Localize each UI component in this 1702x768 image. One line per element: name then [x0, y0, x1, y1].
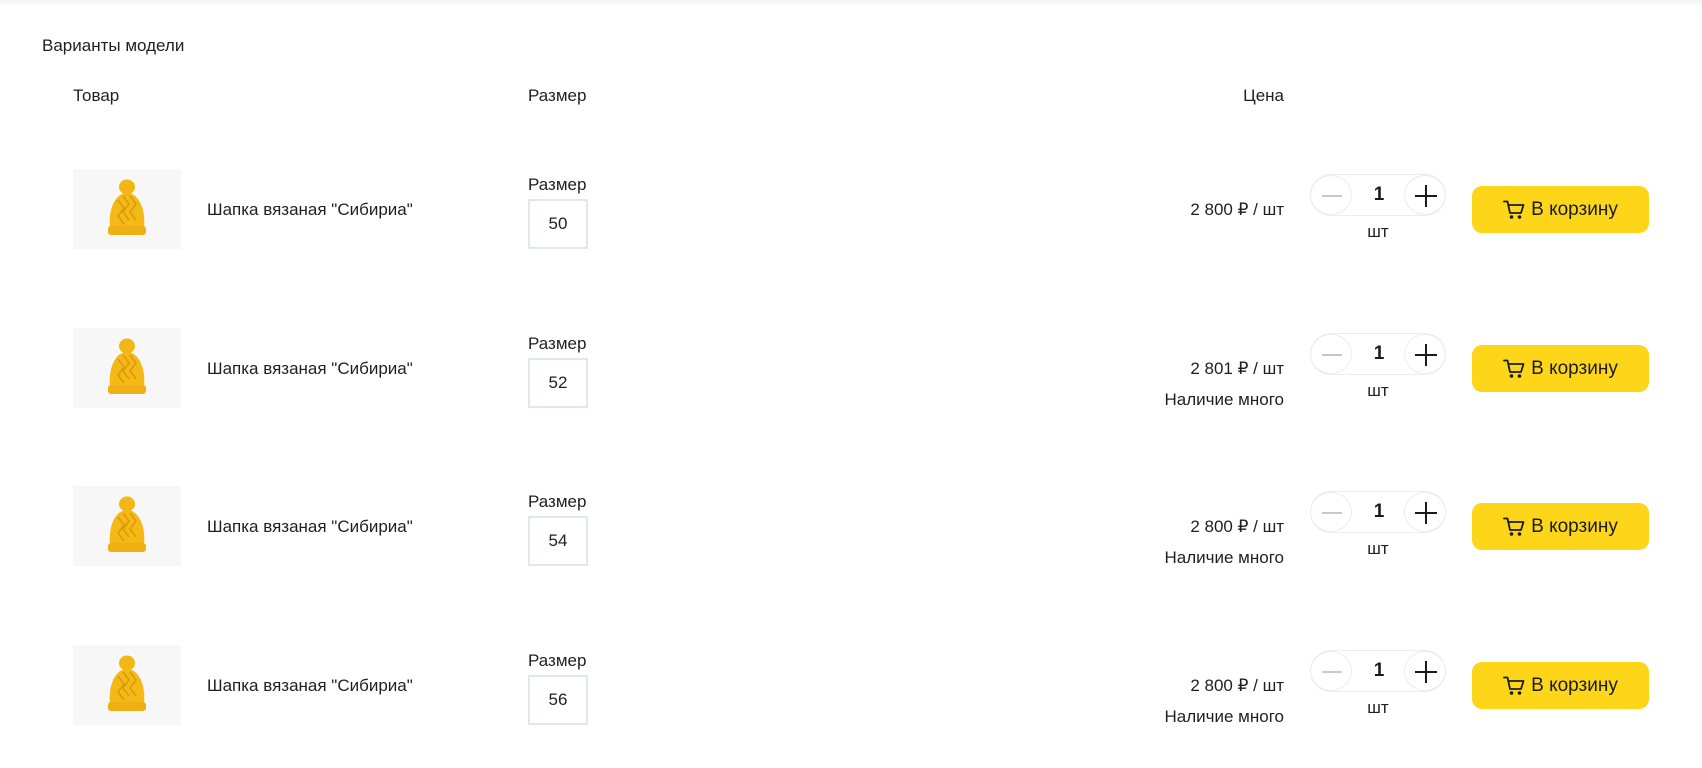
knit-hat-icon — [108, 338, 146, 394]
cart-icon — [1503, 200, 1525, 219]
cart-icon — [1503, 517, 1525, 536]
quantity-value[interactable]: 1 — [1355, 343, 1403, 365]
quantity-value[interactable]: 1 — [1355, 660, 1403, 682]
quantity-unit: шт — [1367, 698, 1389, 717]
section-title: Варианты модели — [42, 36, 185, 55]
size-label: Размер — [528, 334, 587, 353]
product-image[interactable] — [73, 486, 181, 566]
add-to-cart-button[interactable]: В корзину — [1472, 186, 1649, 233]
add-to-cart-label: В корзину — [1531, 515, 1618, 537]
price: 2 800 ₽ / шт — [1190, 517, 1284, 536]
price: 2 801 ₽ / шт — [1190, 359, 1284, 378]
plus-icon[interactable] — [1404, 651, 1446, 691]
quantity-stepper: 1 — [1310, 650, 1446, 692]
minus-icon[interactable] — [1310, 334, 1352, 374]
product-name[interactable]: Шапка вязаная "Сибириа" — [207, 359, 413, 379]
add-to-cart-button[interactable]: В корзину — [1472, 503, 1649, 550]
knit-hat-icon — [108, 655, 146, 711]
stock-status: Наличие много — [1164, 390, 1285, 409]
add-to-cart-label: В корзину — [1531, 674, 1618, 696]
size-value: 50 — [528, 199, 588, 249]
quantity-stepper: 1 — [1310, 491, 1446, 533]
quantity-stepper: 1 — [1310, 174, 1446, 216]
price: 2 800 ₽ / шт — [1190, 676, 1284, 695]
product-image[interactable] — [73, 169, 181, 249]
minus-icon[interactable] — [1310, 175, 1352, 215]
size-label: Размер — [528, 651, 587, 670]
variant-row: Шапка вязаная "Сибириа" Размер 54 2 800 … — [0, 486, 1702, 576]
quantity-unit: шт — [1367, 222, 1389, 241]
quantity-stepper: 1 — [1310, 333, 1446, 375]
price: 2 800 ₽ / шт — [1190, 200, 1284, 219]
knit-hat-icon — [108, 496, 146, 552]
size-value: 56 — [528, 675, 588, 725]
size-label: Размер — [528, 175, 587, 194]
variant-row: Шапка вязаная "Сибириа" Размер 56 2 800 … — [0, 645, 1702, 735]
product-image[interactable] — [73, 328, 181, 408]
stock-status: Наличие много — [1164, 707, 1285, 726]
plus-icon[interactable] — [1404, 334, 1446, 374]
minus-icon[interactable] — [1310, 492, 1352, 532]
add-to-cart-label: В корзину — [1531, 357, 1618, 379]
cart-icon — [1503, 359, 1525, 378]
quantity-unit: шт — [1367, 539, 1389, 558]
column-header-size: Размер — [528, 86, 587, 105]
plus-icon[interactable] — [1404, 492, 1446, 532]
product-name[interactable]: Шапка вязаная "Сибириа" — [207, 517, 413, 537]
quantity-value[interactable]: 1 — [1355, 184, 1403, 206]
quantity-value[interactable]: 1 — [1355, 501, 1403, 523]
top-shadow — [0, 0, 1702, 6]
size-label: Размер — [528, 492, 587, 511]
add-to-cart-button[interactable]: В корзину — [1472, 345, 1649, 392]
size-value: 52 — [528, 358, 588, 408]
quantity-unit: шт — [1367, 381, 1389, 400]
product-name[interactable]: Шапка вязаная "Сибириа" — [207, 676, 413, 696]
add-to-cart-label: В корзину — [1531, 198, 1618, 220]
plus-icon[interactable] — [1404, 175, 1446, 215]
column-header-price: Цена — [1243, 86, 1284, 105]
size-value: 54 — [528, 516, 588, 566]
product-name[interactable]: Шапка вязаная "Сибириа" — [207, 200, 413, 220]
variant-row: Шапка вязаная "Сибириа" Размер 50 2 800 … — [0, 169, 1702, 259]
column-header-product: Товар — [73, 86, 120, 105]
minus-icon[interactable] — [1310, 651, 1352, 691]
knit-hat-icon — [108, 179, 146, 235]
variant-row: Шапка вязаная "Сибириа" Размер 52 2 801 … — [0, 328, 1702, 418]
add-to-cart-button[interactable]: В корзину — [1472, 662, 1649, 709]
cart-icon — [1503, 676, 1525, 695]
stock-status: Наличие много — [1164, 548, 1285, 567]
product-image[interactable] — [73, 645, 181, 725]
